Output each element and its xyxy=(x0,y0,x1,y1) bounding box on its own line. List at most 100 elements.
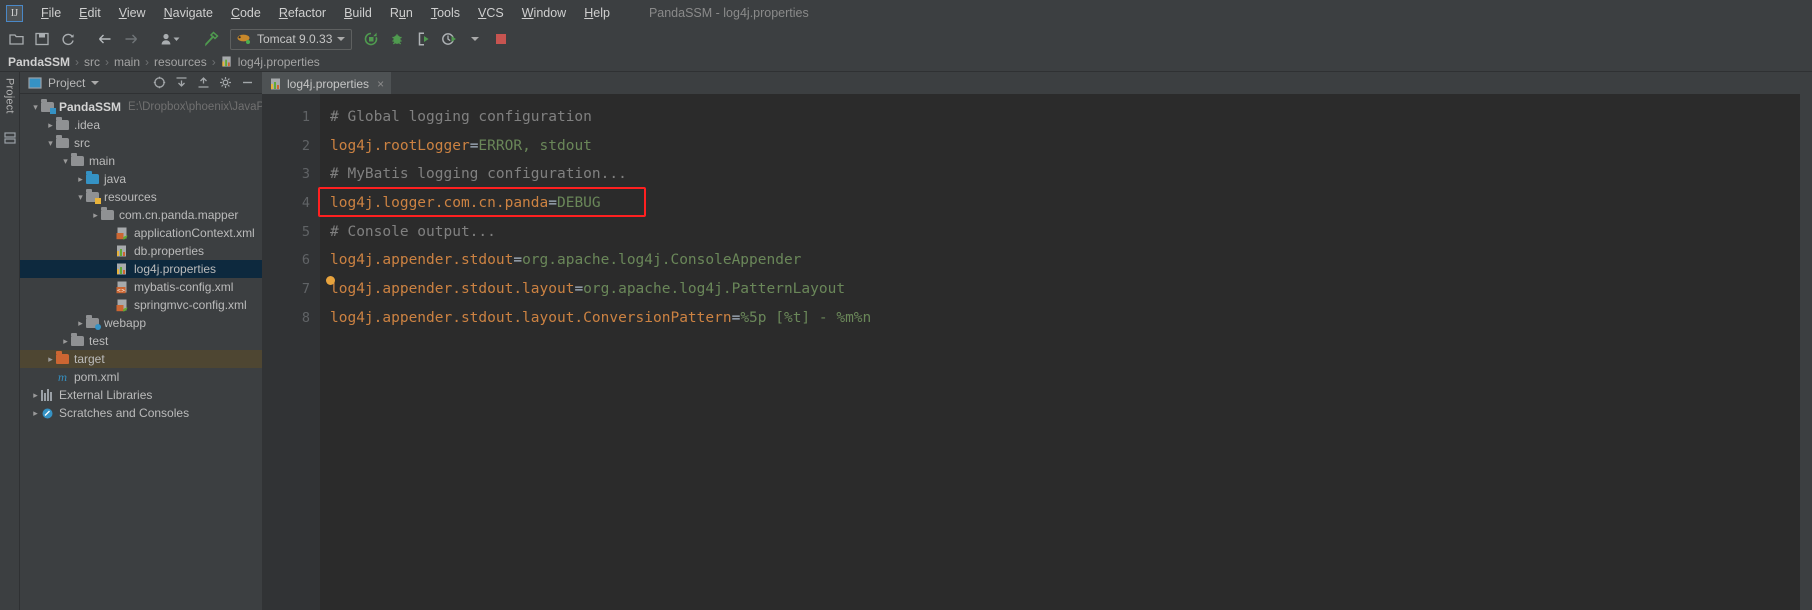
chevron-down-icon[interactable] xyxy=(337,37,346,41)
expand-all-icon[interactable] xyxy=(197,76,210,89)
menu-item-file[interactable]: File xyxy=(32,3,70,23)
tree-node-springmvc-config-xml[interactable]: springmvc-config.xml xyxy=(20,296,262,314)
menu-item-vcs[interactable]: VCS xyxy=(469,3,513,23)
tree-node-scratches-and-consoles[interactable]: ▸ Scratches and Consoles xyxy=(20,404,262,422)
tree-node-label: test xyxy=(89,334,109,348)
tree-node-target[interactable]: ▸ target xyxy=(20,350,262,368)
tree-node-pandassm[interactable]: ▾ PandaSSM E:\Dropbox\phoenix\JavaPro xyxy=(20,98,262,116)
refresh-icon[interactable] xyxy=(56,28,80,50)
tree-node-com-cn-panda-mapper[interactable]: ▸ com.cn.panda.mapper xyxy=(20,206,262,224)
back-arrow-icon[interactable] xyxy=(93,28,117,50)
chevron-right-icon[interactable]: ▸ xyxy=(30,390,41,401)
open-folder-icon[interactable] xyxy=(4,28,28,50)
tree-node-label: main xyxy=(89,154,116,168)
chevron-down-icon[interactable]: ▾ xyxy=(60,156,71,167)
run-coverage-icon[interactable] xyxy=(411,28,435,50)
line-number: 7 xyxy=(301,281,310,298)
code-line-7[interactable]: log4j.appender.stdout.layout=org.apache.… xyxy=(330,275,1788,304)
tree-node-resources[interactable]: ▾ resources xyxy=(20,188,262,206)
code-line-3[interactable]: # MyBatis logging configuration... xyxy=(330,160,1788,189)
project-panel: Project ▾ PandaSSM E:\Dropbox\phoenix\Ja… xyxy=(20,72,262,610)
settings-gear-icon[interactable] xyxy=(219,76,232,89)
menu-item-edit[interactable]: Edit xyxy=(70,3,110,23)
code-line-4[interactable]: log4j.logger.com.cn.panda=DEBUG xyxy=(330,189,1788,218)
breadcrumb-item-log4j-properties[interactable]: log4j.properties xyxy=(238,55,320,69)
hide-icon[interactable] xyxy=(241,76,254,89)
folder-icon xyxy=(56,117,70,132)
menu-item-view[interactable]: View xyxy=(110,3,155,23)
chevron-right-icon[interactable]: ▸ xyxy=(45,120,56,131)
menu-item-navigate[interactable]: Navigate xyxy=(155,3,222,23)
menu-item-window[interactable]: Window xyxy=(513,3,575,23)
code-line-2[interactable]: log4j.rootLogger=ERROR, stdout xyxy=(330,132,1788,161)
tree-node-applicationcontext-xml[interactable]: applicationContext.xml xyxy=(20,224,262,242)
libraries-icon xyxy=(41,388,55,402)
breadcrumb-item-resources[interactable]: resources xyxy=(154,55,207,69)
tree-node-label: log4j.properties xyxy=(134,262,217,276)
code-editor[interactable]: 12345678 # Global logging configuration l… xyxy=(262,94,1800,610)
tree-node-db-properties[interactable]: db.properties xyxy=(20,242,262,260)
chevron-down-icon[interactable] xyxy=(91,80,100,85)
code-line-1[interactable]: # Global logging configuration xyxy=(330,103,1788,132)
tree-node-webapp[interactable]: ▸ webapp xyxy=(20,314,262,332)
menu-item-refactor[interactable]: Refactor xyxy=(270,3,335,23)
debug-bug-icon[interactable] xyxy=(385,28,409,50)
editor-scrollbar[interactable] xyxy=(1788,94,1800,610)
menu-item-help[interactable]: Help xyxy=(575,3,619,23)
code-line-5[interactable]: # Console output... xyxy=(330,218,1788,247)
tree-node-label: target xyxy=(74,352,105,366)
tree-node-label: pom.xml xyxy=(74,370,120,384)
breadcrumb-item-pandassm[interactable]: PandaSSM xyxy=(8,55,70,69)
user-profile-icon[interactable] xyxy=(156,28,186,50)
chevron-right-icon[interactable]: ▸ xyxy=(45,354,56,365)
menu-item-code[interactable]: Code xyxy=(222,3,270,23)
project-panel-header: Project xyxy=(20,72,262,94)
chevron-right-icon[interactable]: ▸ xyxy=(75,318,86,329)
editor-tab-log4j-properties[interactable]: log4j.properties × xyxy=(262,72,392,94)
chevron-down-icon[interactable]: ▾ xyxy=(45,138,56,149)
tree-node-label: db.properties xyxy=(134,244,205,258)
app-logo-icon: IJ xyxy=(6,4,23,22)
tree-node-log4j-properties[interactable]: log4j.properties xyxy=(20,260,262,278)
tree-node-main[interactable]: ▾ main xyxy=(20,152,262,170)
chevron-right-icon[interactable]: ▸ xyxy=(30,408,41,419)
tree-node-java[interactable]: ▸ java xyxy=(20,170,262,188)
stop-icon[interactable] xyxy=(489,28,513,50)
profiler-icon[interactable] xyxy=(437,28,461,50)
tree-node-mybatis-config-xml[interactable]: <> mybatis-config.xml xyxy=(20,278,262,296)
menu-item-tools[interactable]: Tools xyxy=(422,3,469,23)
breadcrumb-item-main[interactable]: main xyxy=(114,55,140,69)
tree-node-label: External Libraries xyxy=(59,388,153,402)
menu-item-run[interactable]: Run xyxy=(381,3,422,23)
menu-bar: IJ File Edit View Navigate Code Refactor Build… xyxy=(0,0,1812,26)
chevron-right-icon[interactable]: ▸ xyxy=(90,210,101,221)
save-icon[interactable] xyxy=(30,28,54,50)
collapse-all-icon[interactable] xyxy=(175,76,188,89)
chevron-right-icon[interactable]: ▸ xyxy=(60,336,71,347)
breadcrumb-separator: › xyxy=(75,54,80,69)
code-line-6[interactable]: log4j.appender.stdout=org.apache.log4j.C… xyxy=(330,246,1788,275)
module-folder-icon xyxy=(41,99,56,114)
breadcrumb-item-src[interactable]: src xyxy=(84,55,100,69)
tree-node--idea[interactable]: ▸ .idea xyxy=(20,116,262,134)
run-icon[interactable] xyxy=(359,28,383,50)
locate-icon[interactable] xyxy=(153,76,166,89)
tree-node-label: Scratches and Consoles xyxy=(59,406,190,420)
chevron-down-icon[interactable]: ▾ xyxy=(75,192,86,203)
code-content[interactable]: # Global logging configuration log4j.root… xyxy=(318,94,1788,610)
tree-node-external-libraries[interactable]: ▸ External Libraries xyxy=(20,386,262,404)
tree-node-src[interactable]: ▾ src xyxy=(20,134,262,152)
menu-item-build[interactable]: Build xyxy=(335,3,381,23)
chevron-right-icon[interactable]: ▸ xyxy=(75,174,86,185)
code-line-8[interactable]: log4j.appender.stdout.layout.ConversionP… xyxy=(330,304,1788,333)
run-configuration-selector[interactable]: Tomcat 9.0.33 xyxy=(230,28,353,50)
close-icon[interactable]: × xyxy=(377,77,384,91)
tree-node-test[interactable]: ▸ test xyxy=(20,332,262,350)
hammer-icon[interactable] xyxy=(199,28,223,50)
forward-arrow-icon[interactable] xyxy=(119,28,143,50)
chevron-down-icon[interactable]: ▾ xyxy=(30,102,41,113)
dropdown-arrow-icon[interactable] xyxy=(463,28,487,50)
tool-tab-project[interactable]: Project xyxy=(4,78,16,114)
structure-icon[interactable] xyxy=(3,132,16,144)
tree-node-pom-xml[interactable]: m pom.xml xyxy=(20,368,262,386)
